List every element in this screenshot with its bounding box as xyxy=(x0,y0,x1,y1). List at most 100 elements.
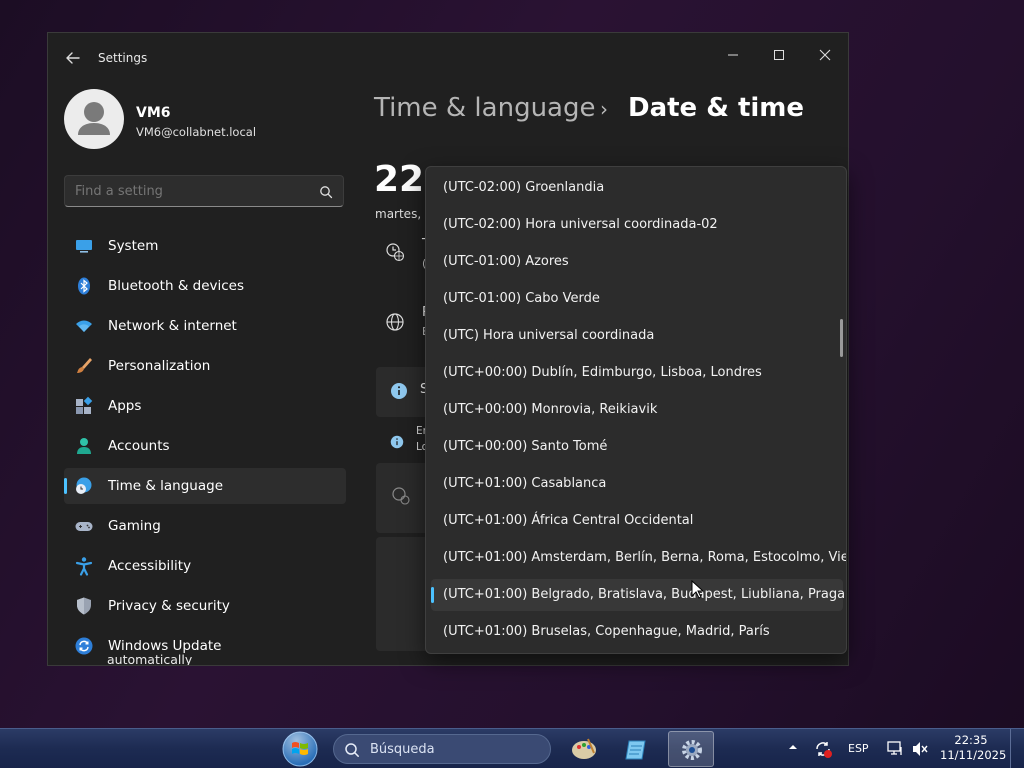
window-title: Settings xyxy=(98,51,148,65)
sidebar-item-gaming[interactable]: Gaming xyxy=(64,508,346,544)
sidebar-item-accounts[interactable]: Accounts xyxy=(64,428,346,464)
sidebar-item-label: Bluetooth & devices xyxy=(108,278,245,294)
person-icon xyxy=(77,438,91,454)
mouse-cursor-icon xyxy=(691,580,703,599)
timezone-option[interactable]: (UTC-01:00) Cabo Verde xyxy=(431,283,843,315)
timezone-option-selected[interactable]: (UTC+01:00) Belgrado, Bratislava, Budape… xyxy=(431,579,846,611)
sidebar-item-label: Privacy & security xyxy=(108,598,230,614)
network-monitor-icon[interactable] xyxy=(886,739,906,759)
timezone-option[interactable]: (UTC) Hora universal coordinada xyxy=(431,320,843,352)
taskbar-app-paint[interactable] xyxy=(561,731,607,767)
accessibility-icon xyxy=(75,557,93,576)
timezone-option-label: (UTC+01:00) Casablanca xyxy=(443,476,607,491)
shield-icon xyxy=(77,597,91,615)
breadcrumb-separator: › xyxy=(600,97,608,121)
taskbar-date: 11/11/2025 xyxy=(940,748,1007,762)
search-icon xyxy=(345,743,359,757)
timezone-option[interactable]: (UTC+00:00) Monrovia, Reikiavik xyxy=(431,394,843,426)
timezone-option-label: (UTC+00:00) Dublín, Edimburgo, Lisboa, L… xyxy=(443,365,762,380)
gear-icon xyxy=(682,740,702,760)
timezone-option[interactable]: (UTC+01:00) África Central Occidental xyxy=(431,505,843,537)
user-avatar-icon xyxy=(78,102,110,135)
sidebar-item-label: System xyxy=(108,238,159,254)
windows-orb-icon xyxy=(282,731,318,767)
sidebar-item-apps[interactable]: Apps xyxy=(64,388,346,424)
sidebar-item-privacy[interactable]: Privacy & security xyxy=(64,588,346,624)
taskbar-search-label: Búsqueda xyxy=(370,742,435,757)
timezone-option[interactable]: (UTC+00:00) Santo Tomé xyxy=(431,431,843,463)
timezone-option-label: (UTC-02:00) Groenlandia xyxy=(443,180,605,195)
timezone-option-label: (UTC) Hora universal coordinada xyxy=(443,328,655,343)
sidebar-item-personalization[interactable]: Personalization xyxy=(64,348,346,384)
sidebar-item-network[interactable]: Network & internet xyxy=(64,308,346,344)
timezone-option[interactable]: (UTC+01:00) Bruselas, Copenhague, Madrid… xyxy=(431,616,843,648)
user-profile[interactable]: VM6 VM6@collabnet.local xyxy=(64,89,364,153)
taskbar-time: 22:35 xyxy=(954,733,988,747)
search-icon[interactable] xyxy=(319,185,333,199)
timezone-option-label: (UTC+01:00) Amsterdam, Berlín, Berna, Ro… xyxy=(443,550,847,565)
sidebar-nav: System Bluetooth & devices Network & int… xyxy=(64,228,346,665)
timezone-option[interactable]: (UTC-02:00) Hora universal coordinada-02 xyxy=(431,209,843,241)
timezone-option-label: (UTC+01:00) Belgrado, Bratislava, Budape… xyxy=(443,587,846,602)
user-name: VM6 xyxy=(136,105,171,121)
globe-icon xyxy=(386,313,404,331)
brush-icon xyxy=(77,358,92,373)
wifi-icon xyxy=(76,320,92,332)
taskbar: Búsqueda ESP 22:35 11/11/2025 xyxy=(0,728,1024,768)
monitor-icon xyxy=(76,240,92,253)
search-input[interactable] xyxy=(75,184,305,199)
timezone-option[interactable]: (UTC+00:00) Dublín, Edimburgo, Lisboa, L… xyxy=(431,357,843,389)
sidebar-item-label: Time & language xyxy=(108,478,224,494)
speaker-muted-icon[interactable] xyxy=(910,739,930,759)
sidebar-item-system[interactable]: System xyxy=(64,228,346,264)
arrow-left-icon xyxy=(66,52,80,64)
info-icon xyxy=(390,435,404,449)
sidebar-item-label: Accessibility xyxy=(108,558,192,574)
show-desktop-button[interactable] xyxy=(1010,729,1024,768)
palette-icon xyxy=(572,738,596,759)
timezone-option-label: (UTC+01:00) África Central Occidental xyxy=(443,513,694,528)
sidebar-item-label: Personalization xyxy=(108,358,211,374)
taskbar-app-settings[interactable] xyxy=(668,731,714,767)
timezone-option-label: (UTC-02:00) Hora universal coordinada-02 xyxy=(443,217,718,232)
settings-search[interactable] xyxy=(64,175,344,207)
timezone-option-label: (UTC+00:00) Monrovia, Reikiavik xyxy=(443,402,658,417)
taskbar-search[interactable]: Búsqueda xyxy=(333,734,551,764)
timezone-option-label: (UTC-01:00) Azores xyxy=(443,254,569,269)
avatar xyxy=(64,89,124,149)
dropdown-scrollbar[interactable] xyxy=(840,319,843,357)
notepad-icon xyxy=(625,740,646,760)
update-icon xyxy=(75,637,93,655)
timezone-option[interactable]: (UTC+01:00) Amsterdam, Berlín, Berna, Ro… xyxy=(431,542,846,574)
sidebar-item-label: Apps xyxy=(108,398,142,414)
sync-alert-icon[interactable] xyxy=(813,739,833,759)
timezone-option-label: (UTC+01:00) Bruselas, Copenhague, Madrid… xyxy=(443,624,770,639)
sidebar-item-label: Gaming xyxy=(108,518,161,534)
timezone-option[interactable]: (UTC+01:00) Casablanca xyxy=(431,468,843,500)
timezone-dropdown[interactable]: (UTC-02:00) Groenlandia (UTC-02:00) Hora… xyxy=(425,166,847,654)
input-language-indicator[interactable]: ESP xyxy=(848,742,869,755)
chevron-up-icon[interactable] xyxy=(787,741,799,753)
sidebar-item-label: Network & internet xyxy=(108,318,237,334)
bluetooth-icon xyxy=(78,277,90,295)
start-button[interactable] xyxy=(280,730,320,768)
timezone-option[interactable]: (UTC-01:00) Azores xyxy=(431,246,843,278)
sidebar-item-bluetooth[interactable]: Bluetooth & devices xyxy=(64,268,346,304)
current-date: martes, ' xyxy=(375,207,429,221)
back-button[interactable] xyxy=(62,47,84,69)
timezone-option-label: (UTC+00:00) Santo Tomé xyxy=(443,439,608,454)
breadcrumb-parent[interactable]: Time & language xyxy=(374,93,595,123)
set-time-automatically-label: automatically xyxy=(107,652,193,666)
sidebar-item-label: Accounts xyxy=(108,438,170,454)
clock-globe-icon xyxy=(76,477,92,494)
taskbar-app-notes[interactable] xyxy=(614,731,660,767)
user-email: VM6@collabnet.local xyxy=(136,125,257,139)
sidebar-item-time-language[interactable]: Time & language xyxy=(64,468,346,504)
sidebar-item-accessibility[interactable]: Accessibility xyxy=(64,548,346,584)
gamepad-icon xyxy=(75,522,93,531)
timezone-option-label: (UTC-01:00) Cabo Verde xyxy=(443,291,600,306)
info-icon xyxy=(391,383,407,399)
taskbar-clock[interactable]: 22:35 11/11/2025 xyxy=(940,733,1007,763)
timezone-option[interactable]: (UTC-02:00) Groenlandia xyxy=(431,172,843,204)
sync-clock-icon xyxy=(392,487,410,505)
